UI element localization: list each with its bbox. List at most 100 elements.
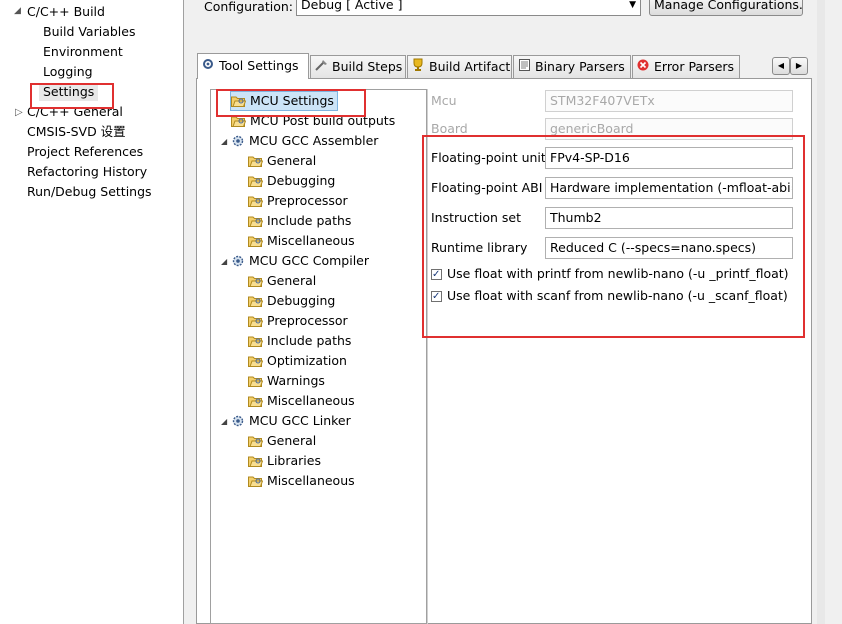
tab-binary-parsers[interactable]: Binary Parsers: [513, 55, 631, 78]
floating-point-unit-select[interactable]: FPv4-SP-D16: [545, 147, 793, 169]
gear-icon: [231, 254, 245, 268]
settings-folder-icon: [248, 435, 263, 447]
tab-scroll-right-button[interactable]: ▶: [790, 57, 808, 75]
tab-error-parsers[interactable]: Error Parsers: [632, 55, 740, 78]
printf-float-label: Use float with printf from newlib-nano (…: [447, 266, 789, 281]
floating-point-abi-label: Floating-point ABI: [431, 180, 543, 195]
tree-item[interactable]: Warnings: [248, 372, 325, 390]
instruction-set-select[interactable]: Thumb2: [545, 207, 793, 229]
settings-folder-icon: [248, 155, 263, 167]
tree-item-label: Optimization: [267, 353, 347, 368]
dropdown-arrow-icon: ▼: [629, 0, 636, 10]
settings-folder-icon: [248, 335, 263, 347]
tab-scroll-left-button[interactable]: ◀: [772, 57, 790, 75]
tree-item[interactable]: Optimization: [248, 352, 347, 370]
tree-item[interactable]: Include paths: [248, 212, 351, 230]
configuration-value: Debug [ Active ]: [301, 0, 403, 12]
tree-item-label: General: [267, 273, 317, 288]
tree-item[interactable]: Miscellaneous: [248, 232, 355, 250]
tree-item-label: Debugging: [267, 173, 336, 188]
scanf-float-checkbox[interactable]: [431, 288, 442, 306]
gear-icon: [231, 414, 245, 428]
binary-parsers-icon: [517, 57, 531, 78]
nav-item-settings[interactable]: Settings: [39, 83, 99, 101]
properties-nav-tree: ◢ C/C++ Build Build Variables Environmen…: [0, 0, 183, 624]
tab-label: Tool Settings: [219, 58, 299, 73]
build-artifact-icon: [411, 57, 425, 78]
tree-sash[interactable]: [427, 89, 428, 624]
nav-item-cpp-general[interactable]: C/C++ General: [27, 103, 123, 121]
tree-item-label: MCU Settings: [250, 93, 334, 108]
printf-float-option[interactable]: Use float with printf from newlib-nano (…: [431, 265, 789, 284]
tree-item[interactable]: Debugging: [248, 292, 335, 310]
nav-item-cpp-build[interactable]: C/C++ Build: [27, 3, 105, 21]
tree-item[interactable]: General: [248, 432, 316, 450]
tree-item[interactable]: Miscellaneous: [248, 392, 355, 410]
expand-triangle-icon[interactable]: ◢: [221, 257, 227, 266]
nav-item-build-variables[interactable]: Build Variables: [43, 23, 135, 41]
nav-item-cmsis-svd[interactable]: CMSIS-SVD 设置: [27, 123, 126, 141]
tab-label: Binary Parsers: [535, 59, 625, 74]
tab-build-artifact[interactable]: Build Artifact: [407, 55, 512, 78]
tree-item-label: Preprocessor: [267, 313, 348, 328]
configuration-select[interactable]: Debug [ Active ] ▼: [296, 0, 641, 16]
printf-float-checkbox[interactable]: [431, 266, 442, 284]
error-parsers-icon: [636, 57, 650, 78]
tree-item[interactable]: Include paths: [248, 332, 351, 350]
tree-item[interactable]: Debugging: [248, 172, 335, 190]
manage-configurations-button[interactable]: Manage Configurations...: [649, 0, 803, 16]
tree-item-label: Libraries: [267, 453, 321, 468]
tree-item[interactable]: Miscellaneous: [248, 472, 355, 490]
nav-item-environment[interactable]: Environment: [43, 43, 123, 61]
board-label: Board: [431, 121, 468, 136]
collapsed-triangle-icon[interactable]: ▷: [15, 107, 23, 118]
tab-label: Error Parsers: [654, 59, 735, 74]
vertical-scrollbar[interactable]: [817, 0, 825, 624]
settings-folder-icon: [248, 235, 263, 247]
tree-item[interactable]: General: [248, 272, 316, 290]
build-steps-icon: [314, 57, 328, 78]
expand-triangle-icon[interactable]: ◢: [221, 417, 227, 426]
settings-folder-icon: [248, 395, 263, 407]
runtime-library-select[interactable]: Reduced C (--specs=nano.specs): [545, 237, 793, 259]
tree-item[interactable]: MCU Settings: [230, 91, 338, 111]
nav-item-refactoring-history[interactable]: Refactoring History: [27, 163, 147, 181]
nav-item-project-references[interactable]: Project References: [27, 143, 143, 161]
settings-folder-icon: [248, 215, 263, 227]
tree-item-label: Miscellaneous: [267, 473, 355, 488]
settings-folder-icon: [248, 315, 263, 327]
tree-item[interactable]: MCU GCC Assembler: [231, 132, 378, 150]
tree-item[interactable]: Preprocessor: [248, 312, 348, 330]
scanf-float-label: Use float with scanf from newlib-nano (-…: [447, 288, 788, 303]
tree-item[interactable]: MCU GCC Linker: [231, 412, 351, 430]
nav-item-logging[interactable]: Logging: [43, 63, 93, 81]
tab-tool-settings[interactable]: Tool Settings: [197, 53, 309, 79]
settings-folder-icon: [248, 455, 263, 467]
instruction-set-label: Instruction set: [431, 210, 521, 225]
tree-item[interactable]: General: [248, 152, 316, 170]
expand-triangle-icon[interactable]: ◢: [14, 6, 21, 16]
tree-item-label: General: [267, 153, 317, 168]
nav-item-run-debug-settings[interactable]: Run/Debug Settings: [27, 183, 152, 201]
tree-item-label: General: [267, 433, 317, 448]
tab-build-steps[interactable]: Build Steps: [310, 55, 406, 78]
scanf-float-option[interactable]: Use float with scanf from newlib-nano (-…: [431, 287, 788, 306]
tool-settings-icon: [201, 55, 215, 79]
settings-folder-icon: [231, 95, 246, 107]
runtime-library-label: Runtime library: [431, 240, 528, 255]
configuration-label: Configuration:: [204, 0, 293, 14]
tree-item[interactable]: MCU GCC Compiler: [231, 252, 369, 270]
tree-item[interactable]: Preprocessor: [248, 192, 348, 210]
tree-item-label: Preprocessor: [267, 193, 348, 208]
tree-item-label: Miscellaneous: [267, 233, 355, 248]
tree-item[interactable]: Libraries: [248, 452, 321, 470]
gear-icon: [231, 134, 245, 148]
settings-folder-icon: [248, 275, 263, 287]
settings-folder-icon: [248, 295, 263, 307]
settings-folder-icon: [248, 195, 263, 207]
expand-triangle-icon[interactable]: ◢: [221, 137, 227, 146]
floating-point-unit-label: Floating-point unit: [431, 150, 546, 165]
tree-item-label: Include paths: [267, 213, 352, 228]
tree-item[interactable]: MCU Post build outputs: [231, 112, 395, 130]
floating-point-abi-select[interactable]: Hardware implementation (-mfloat-abi=har…: [545, 177, 793, 199]
